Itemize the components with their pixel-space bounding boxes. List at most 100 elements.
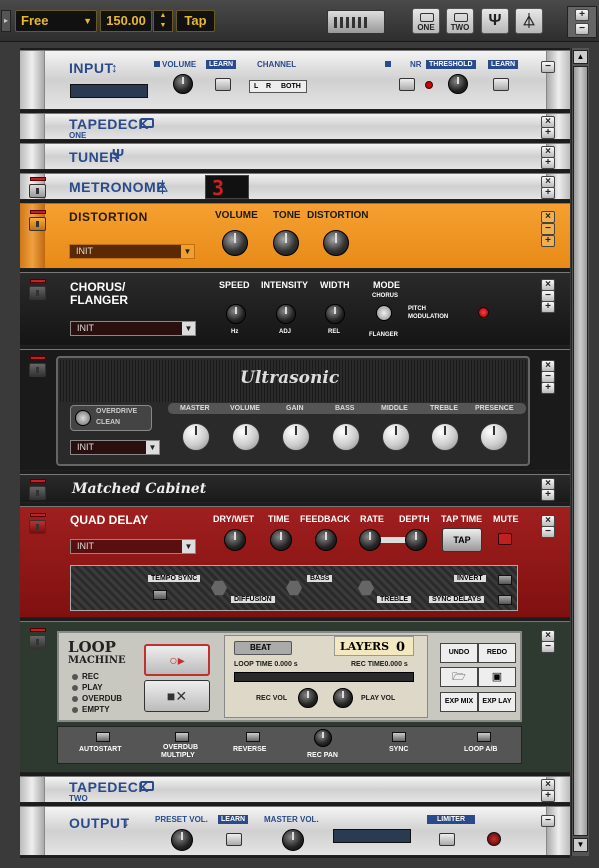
learn-button[interactable] [226,833,242,846]
exp-lay-button[interactable]: EXP LAY [478,692,516,712]
overdub-toggle[interactable] [175,732,189,742]
remove-button[interactable]: − [575,23,589,35]
depth-knob[interactable] [405,529,427,551]
power-button[interactable] [29,184,46,198]
move-up-button[interactable]: − [541,641,555,653]
master-knob[interactable] [182,423,210,451]
learn-button[interactable] [215,78,231,91]
preset-select[interactable]: INIT ▼ [70,539,196,554]
volume-knob[interactable] [173,74,193,94]
sync-mode-select[interactable]: Free ▼ [15,10,97,32]
invert-toggle[interactable] [498,575,512,585]
expand-button[interactable]: + [541,790,555,802]
presence-knob[interactable] [480,423,508,451]
volume-knob[interactable] [222,230,248,256]
tempo-stepper[interactable]: ▲ ▼ [153,10,173,32]
expand-button[interactable]: + [541,187,555,199]
expand-button[interactable]: + [541,127,555,139]
minimize-button[interactable]: − [541,61,555,73]
pitch-modulation-led[interactable] [478,307,489,318]
rack-view-button[interactable] [327,10,385,34]
record-play-button[interactable]: ○▸ [144,644,210,676]
syncdelays-toggle[interactable] [498,595,512,605]
power-button[interactable] [29,486,46,500]
add-button[interactable]: + [575,9,589,21]
learn-badge[interactable]: LEARN [206,60,237,69]
nr-button[interactable] [399,78,415,91]
collapse-arrow-icon[interactable]: ▸ [1,10,11,32]
autostart-toggle[interactable] [96,732,110,742]
power-button[interactable] [29,217,46,231]
tempo-field[interactable]: 150.00 [100,10,152,32]
close-button[interactable]: × [541,211,555,223]
scroll-thumb[interactable] [573,66,588,836]
loop-ab-toggle[interactable] [477,732,491,742]
channel-r[interactable]: R [266,81,271,92]
sync-toggle[interactable] [392,732,406,742]
gain-knob[interactable] [282,423,310,451]
power-button[interactable] [29,286,46,300]
learn-button-2[interactable] [493,78,509,91]
channel-switch[interactable] [75,410,91,426]
preset-select[interactable]: INIT ▼ [70,440,160,455]
tap-button[interactable]: Tap [176,10,215,32]
tap-button[interactable]: TAP [442,528,482,552]
channel-both[interactable]: BOTH [281,81,301,92]
preset-select[interactable]: INIT ▼ [69,244,195,259]
temposync-toggle[interactable] [153,590,167,600]
time-knob[interactable] [270,529,292,551]
expand-button[interactable]: + [541,489,555,501]
middle-knob[interactable] [382,423,410,451]
bass-knob[interactable] [332,423,360,451]
rec-vol-knob[interactable] [298,688,318,708]
undo-button[interactable]: UNDO [440,643,478,663]
intensity-knob[interactable] [276,304,296,324]
beat-button[interactable]: BEAT [234,641,292,655]
feedback-knob[interactable] [315,529,337,551]
channel-selector[interactable]: L R BOTH [249,80,307,93]
mute-button[interactable] [498,533,512,545]
rec-pan-knob[interactable] [314,729,332,747]
play-vol-knob[interactable] [333,688,353,708]
stop-clear-button[interactable]: ■✕ [144,680,210,712]
volume-knob[interactable] [232,423,260,451]
save-button[interactable]: ▣ [478,667,516,687]
rate-knob[interactable] [359,529,381,551]
channel-l[interactable]: L [254,81,258,92]
threshold-knob[interactable] [448,74,468,94]
drywet-knob[interactable] [224,529,246,551]
power-button[interactable] [29,363,46,377]
learn-badge[interactable]: LEARN [218,815,249,824]
distortion-knob[interactable] [323,230,349,256]
minimize-button[interactable]: − [541,815,555,827]
treble-knob[interactable] [431,423,459,451]
expand-button[interactable]: + [541,157,555,169]
move-up-button[interactable]: − [541,223,555,235]
tuner-button[interactable]: Ψ [481,8,509,34]
vertical-scrollbar[interactable]: ▲ ▼ [571,48,589,856]
scroll-up-arrow-icon[interactable]: ▲ [573,50,588,64]
power-button[interactable] [29,635,46,649]
expand-button[interactable]: + [541,235,555,247]
exp-mix-button[interactable]: EXP MIX [440,692,478,712]
preset-vol-knob[interactable] [171,829,193,851]
reverse-toggle[interactable] [246,732,260,742]
limiter-button[interactable] [439,833,455,846]
learn-badge-2[interactable]: LEARN [488,60,519,69]
tone-knob[interactable] [273,230,299,256]
scroll-down-arrow-icon[interactable]: ▼ [573,838,588,852]
master-vol-knob[interactable] [282,829,304,851]
tapedeck-one-button[interactable]: ONE [412,8,440,34]
move-up-button[interactable]: − [541,526,555,538]
expand-button[interactable]: + [541,301,555,313]
expand-button[interactable]: + [541,382,555,394]
redo-button[interactable]: REDO [478,643,516,663]
preset-select[interactable]: INIT ▼ [70,321,196,336]
power-button[interactable] [29,520,46,534]
open-button[interactable]: 🗁 [440,667,478,687]
tapedeck-two-button[interactable]: TWO [446,8,474,34]
metronome-button[interactable]: ⏃ [515,8,543,34]
speed-knob[interactable] [226,304,246,324]
mode-toggle[interactable] [376,305,392,321]
width-knob[interactable] [325,304,345,324]
